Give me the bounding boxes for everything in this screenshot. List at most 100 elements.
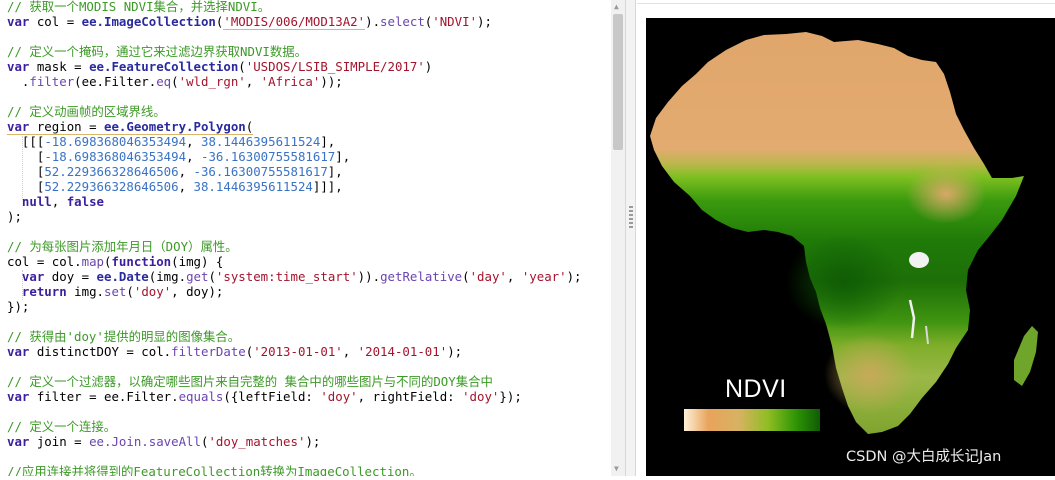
code-line[interactable]: var distinctDOY = col.filterDate('2013-0… bbox=[7, 344, 462, 360]
code-token: 'USDOS/LSIB_SIMPLE/2017' bbox=[245, 59, 425, 74]
code-line[interactable]: col = col.map(function(img) { bbox=[7, 254, 223, 270]
code-token: 'doy' bbox=[133, 284, 172, 299]
code-token: ); bbox=[477, 14, 492, 29]
code-line[interactable]: [-18.698368046353494, -36.16300755581617… bbox=[7, 149, 350, 165]
ndvi-map[interactable]: NDVI CSDN @大白成长记Jan bbox=[646, 18, 1055, 476]
code-line[interactable]: null, false bbox=[7, 194, 104, 210]
code-token: var bbox=[7, 59, 30, 74]
code-token: ], bbox=[335, 149, 351, 164]
code-token: . bbox=[7, 74, 30, 89]
code-line[interactable]: // 定义动画帧的区域界线。 bbox=[7, 104, 166, 120]
code-token: , bbox=[506, 269, 522, 284]
code-token: 'day' bbox=[469, 269, 507, 284]
panel-divider bbox=[637, 3, 1055, 4]
editor-scrollbar[interactable]: ▲ ▼ bbox=[611, 0, 625, 476]
code-token: //应用连接并将得到的FeatureCollection转换为ImageColl… bbox=[7, 464, 422, 476]
code-token: ); bbox=[305, 434, 321, 449]
code-line[interactable]: [[[-18.698368046353494, 38.1446395611524… bbox=[7, 134, 335, 150]
scroll-down-icon[interactable]: ▼ bbox=[614, 464, 619, 474]
code-token: (img) { bbox=[171, 254, 224, 269]
code-token: ); bbox=[7, 209, 22, 224]
scrollbar-thumb[interactable] bbox=[613, 14, 623, 150]
code-token: , rightField: bbox=[357, 389, 463, 404]
code-token: false bbox=[66, 194, 104, 209]
code-token: , bbox=[342, 344, 358, 359]
code-token: // 定义动画帧的区域界线。 bbox=[7, 104, 166, 119]
code-token: 52.229366328646506 bbox=[44, 164, 179, 179]
code-token: 38.1446395611524 bbox=[193, 179, 313, 194]
code-token: select bbox=[380, 14, 425, 29]
code-token: , doy); bbox=[171, 284, 224, 299]
madagascar bbox=[1014, 326, 1038, 386]
code-token: 'wld_rgn' bbox=[178, 74, 246, 89]
drag-grip-icon[interactable] bbox=[629, 206, 633, 228]
code-token: ( bbox=[245, 119, 254, 135]
lake-victoria bbox=[909, 252, 929, 268]
watermark: CSDN @大白成长记Jan bbox=[846, 449, 1002, 465]
code-token: ( bbox=[126, 284, 134, 299]
code-token: function bbox=[111, 254, 172, 269]
code-token: // 定义一个掩码，通过它来过滤边界获取NDVI数据。 bbox=[7, 44, 308, 59]
code-line[interactable]: // 定义一个连接。 bbox=[7, 419, 116, 435]
code-line[interactable]: .filter(ee.Filter.eq('wld_rgn', 'Africa'… bbox=[7, 74, 343, 90]
panel-splitter[interactable] bbox=[625, 0, 636, 476]
code-token: )). bbox=[357, 269, 381, 284]
code-token: )); bbox=[320, 74, 343, 89]
code-token: ) bbox=[424, 59, 433, 74]
code-token: filter = ee.Filter. bbox=[29, 389, 179, 404]
code-token: -36.16300755581617 bbox=[193, 164, 328, 179]
code-line[interactable]: var mask = ee.FeatureCollection('USDOS/L… bbox=[7, 59, 432, 75]
code-token: ). bbox=[365, 14, 381, 29]
code-line[interactable]: // 定义一个掩码，通过它来过滤边界获取NDVI数据。 bbox=[7, 44, 307, 60]
code-line[interactable]: // 定义一个过滤器，以确定哪些图片来自完整的 集合中的哪些图片与不同的DOY集… bbox=[7, 374, 493, 390]
code-token: , bbox=[178, 164, 194, 179]
code-line[interactable]: // 为每张图片添加年月日（DOY）属性。 bbox=[7, 239, 238, 255]
code-token: 'system:time_start' bbox=[215, 269, 358, 284]
code-token: [ bbox=[7, 149, 45, 164]
code-line[interactable]: //应用连接并将得到的FeatureCollection转换为ImageColl… bbox=[7, 464, 422, 476]
code-line[interactable]: var filter = ee.Filter.equals({leftField… bbox=[7, 389, 522, 405]
code-token: null bbox=[21, 194, 52, 209]
code-token: ({leftField: bbox=[223, 389, 321, 404]
code-token: ], bbox=[320, 134, 336, 149]
code-token: // 定义一个连接。 bbox=[7, 419, 117, 434]
code-token: [ bbox=[7, 179, 45, 194]
code-token: get bbox=[186, 269, 209, 284]
code-token: ); bbox=[566, 269, 582, 284]
code-line[interactable]: var col = ee.ImageCollection('MODIS/006/… bbox=[7, 14, 492, 30]
code-token: set bbox=[104, 284, 127, 299]
code-line[interactable]: var join = ee.Join.saveAll('doy_matches'… bbox=[7, 434, 320, 450]
code-token: return bbox=[21, 284, 67, 299]
code-token: }); bbox=[499, 389, 522, 404]
code-line[interactable]: [52.229366328646506, -36.16300755581617]… bbox=[7, 164, 343, 180]
code-token: var bbox=[7, 119, 30, 135]
code-line[interactable]: // 获得由'doy'提供的明显的图像集合。 bbox=[7, 329, 240, 345]
code-token: ]]], bbox=[312, 179, 343, 194]
code-line[interactable]: var doy = ee.Date(img.get('system:time_s… bbox=[7, 269, 582, 285]
output-panel: NDVI CSDN @大白成长记Jan bbox=[637, 0, 1055, 476]
code-token: 'doy' bbox=[320, 389, 358, 404]
code-token: equals bbox=[178, 389, 224, 404]
code-token: ( bbox=[462, 269, 470, 284]
code-token: mask = bbox=[29, 59, 90, 74]
code-token: ( bbox=[171, 74, 179, 89]
code-token: eq bbox=[156, 74, 172, 89]
scroll-up-icon[interactable]: ▲ bbox=[614, 2, 619, 12]
code-line[interactable]: var region = ee.Geometry.Polygon( bbox=[7, 119, 254, 135]
code-token: // 定义一个过滤器，以确定哪些图片来自完整的 集合中的哪些图片与不同的DOY集… bbox=[7, 374, 493, 389]
code-line[interactable]: return img.set('doy', doy); bbox=[7, 284, 223, 300]
code-token: ( bbox=[238, 59, 246, 74]
code-editor[interactable]: // 获取一个MODIS NDVI集合，并选择NDVI。 var col = ee… bbox=[0, 0, 611, 476]
code-token: 'MODIS/006/MOD13A2' bbox=[223, 14, 366, 30]
code-token: var bbox=[7, 14, 30, 29]
code-line[interactable]: ); bbox=[7, 209, 22, 225]
code-line[interactable]: // 获取一个MODIS NDVI集合，并选择NDVI。 bbox=[7, 0, 270, 15]
horn-region bbox=[906, 164, 986, 224]
code-token: 'year' bbox=[521, 269, 567, 284]
code-token: 52.229366328646506 bbox=[44, 179, 179, 194]
code-line[interactable]: }); bbox=[7, 299, 29, 315]
code-token: '2013-01-01' bbox=[253, 344, 343, 359]
code-line[interactable]: [52.229366328646506, 38.1446395611524]]]… bbox=[7, 179, 343, 195]
